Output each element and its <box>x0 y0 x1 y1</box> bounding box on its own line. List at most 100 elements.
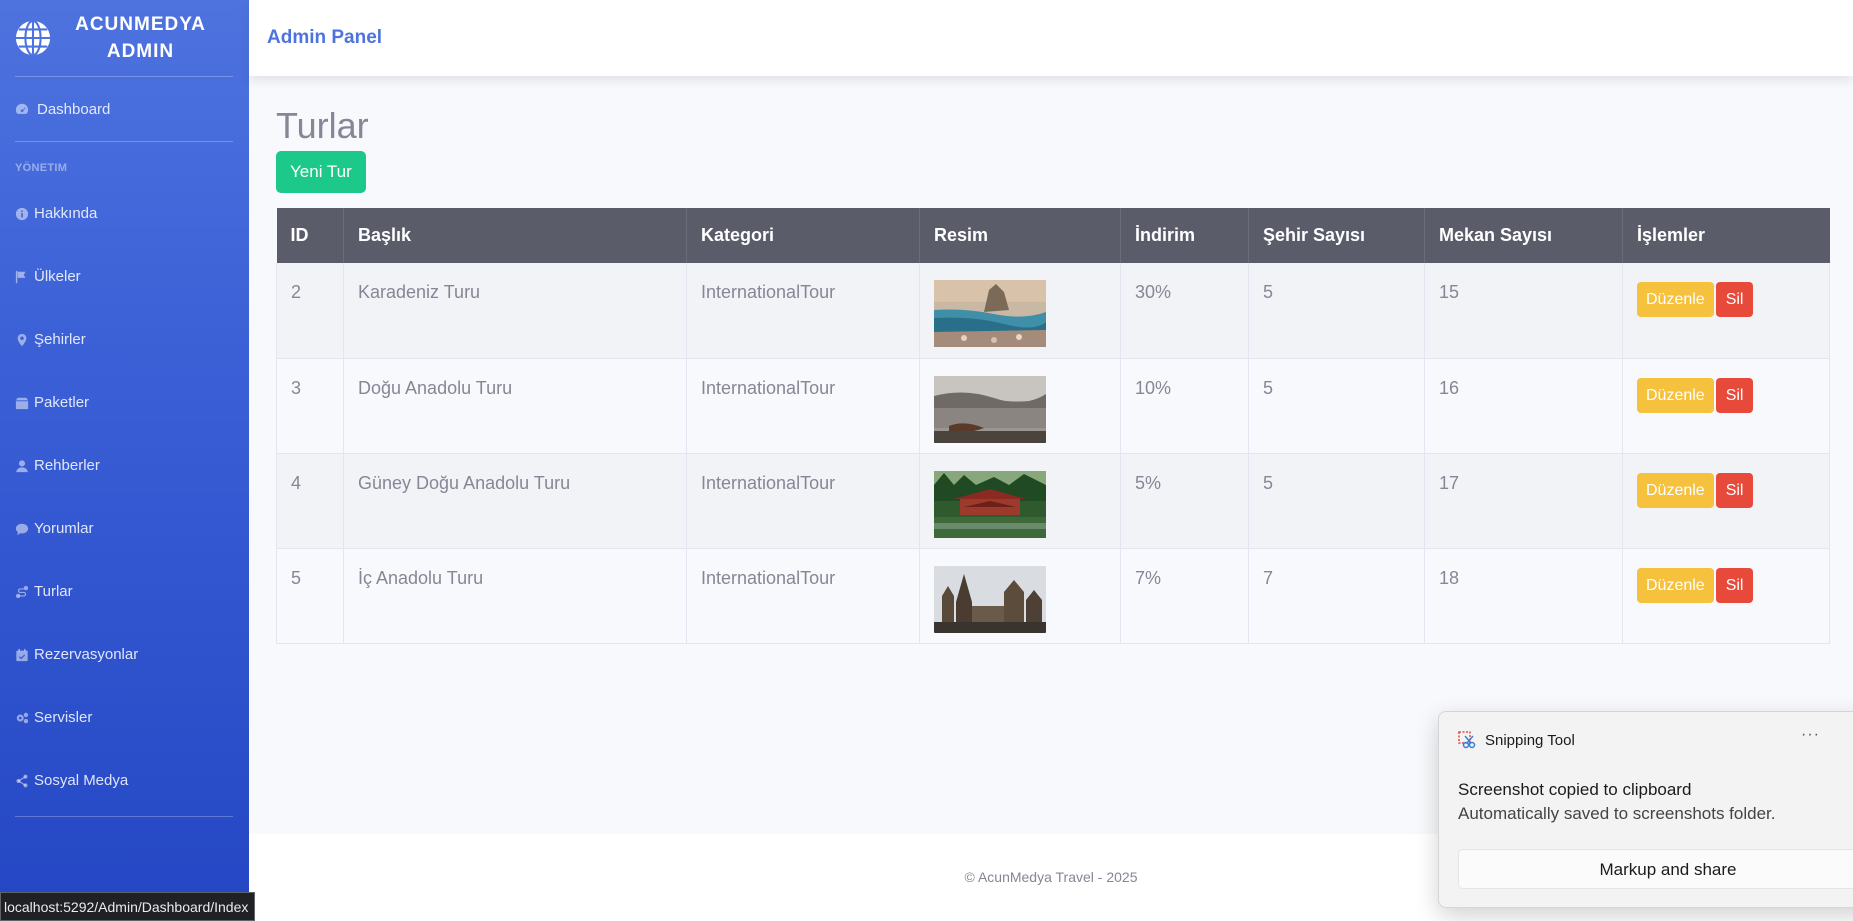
sidebar-item-label: Turlar <box>34 583 73 600</box>
cell-discount: 10% <box>1120 358 1249 453</box>
edit-button[interactable]: Düzenle <box>1637 377 1714 413</box>
tour-image-thumbnail[interactable] <box>934 280 1046 347</box>
sidebar-item-label: Şehirler <box>34 331 86 348</box>
cell-discount: 30% <box>1120 263 1249 358</box>
toast-app-name: Snipping Tool <box>1485 731 1575 749</box>
main-content: Turlar Yeni Tur ID Başlık Kategori Resim… <box>276 76 1830 644</box>
table-row: 5 İç Anadolu Turu InternationalTour 7% 7… <box>276 548 1830 643</box>
cell-category: InternationalTour <box>686 548 920 643</box>
page-title: Turlar <box>276 105 369 146</box>
column-header-category: Kategori <box>686 208 920 263</box>
cell-actions: Düzenle Sil <box>1622 548 1830 643</box>
table-header-row: ID Başlık Kategori Resim İndirim Şehir S… <box>276 208 1830 263</box>
snipping-tool-notification[interactable]: Snipping Tool ··· Screenshot copied to c… <box>1438 711 1853 908</box>
tour-image-thumbnail[interactable] <box>934 375 1046 443</box>
edit-button[interactable]: Düzenle <box>1637 567 1714 603</box>
brand-line-1: ACUNMEDYA <box>75 14 206 35</box>
toast-header: Snipping Tool <box>1439 712 1853 768</box>
sidebar-item-label: Rezervasyonlar <box>34 646 139 663</box>
snipping-tool-icon <box>1458 731 1476 749</box>
sidebar-item-turlar[interactable]: Turlar <box>0 560 249 623</box>
sidebar-item-dashboard[interactable]: Dashboard <box>0 77 249 141</box>
topbar-title[interactable]: Admin Panel <box>267 27 382 49</box>
cell-category: InternationalTour <box>686 453 920 548</box>
table-row: 2 Karadeniz Turu InternationalTour 30% 5… <box>276 263 1830 358</box>
cell-image <box>919 358 1121 453</box>
new-tour-button[interactable]: Yeni Tur <box>276 151 366 193</box>
column-header-image: Resim <box>919 208 1121 263</box>
sidebar-item-servisler[interactable]: Servisler <box>0 686 249 749</box>
sidebar-item-label: Hakkında <box>34 205 98 222</box>
cell-title: Karadeniz Turu <box>343 263 687 358</box>
cell-category: InternationalTour <box>686 263 920 358</box>
toast-message: Screenshot copied to clipboard <box>1458 780 1692 799</box>
cell-place-count: 16 <box>1424 358 1623 453</box>
tour-image-thumbnail[interactable] <box>934 470 1046 538</box>
sidebar-item-sosyal-medya[interactable]: Sosyal Medya <box>0 749 249 812</box>
browser-status-url: localhost:5292/Admin/Dashboard/Index <box>0 892 256 921</box>
sidebar-item-paketler[interactable]: Paketler <box>0 371 249 434</box>
column-header-actions: İşlemler <box>1637 225 1706 245</box>
footer-copyright: © AcunMedya Travel - 2025 <box>964 869 1138 885</box>
cell-title: Doğu Anadolu Turu <box>343 358 687 453</box>
sidebar-item-label: Paketler <box>34 394 90 411</box>
sidebar-brand[interactable]: ACUNMEDYA ADMIN <box>0 0 249 76</box>
cell-title: İç Anadolu Turu <box>343 548 687 643</box>
cell-discount: 5% <box>1120 453 1249 548</box>
more-options-icon[interactable]: ··· <box>1801 726 1820 744</box>
cell-image <box>919 453 1121 548</box>
cell-id: 3 <box>276 358 344 453</box>
map-marker-icon <box>17 333 27 346</box>
cell-city-count: 5 <box>1248 453 1425 548</box>
user-icon <box>16 459 28 472</box>
sidebar-item-label: Ülkeler <box>34 268 81 285</box>
cell-id: 5 <box>276 548 344 643</box>
sidebar-item-ulkeler[interactable]: Ülkeler <box>0 245 249 308</box>
sidebar-divider <box>15 816 233 817</box>
cell-image <box>919 263 1121 358</box>
delete-button[interactable]: Sil <box>1715 282 1754 317</box>
cogs-icon <box>16 712 29 723</box>
toast-sub-message: Automatically saved to screenshots folde… <box>1458 804 1776 823</box>
sidebar-item-yorumlar[interactable]: Yorumlar <box>0 497 249 560</box>
column-header-place-count: Mekan Sayısı <box>1424 208 1623 263</box>
calendar-check-icon <box>16 648 28 661</box>
tachometer-icon <box>15 103 29 114</box>
cell-discount: 7% <box>1120 548 1249 643</box>
cell-actions: Düzenle Sil <box>1622 358 1830 453</box>
brand-line-2: ADMIN <box>106 41 175 62</box>
cell-place-count: 18 <box>1424 548 1623 643</box>
table-row: 4 Güney Doğu Anadolu Turu InternationalT… <box>276 453 1830 548</box>
share-icon <box>16 774 28 787</box>
flag-icon <box>15 270 26 283</box>
sidebar-item-rehberler[interactable]: Rehberler <box>0 434 249 497</box>
cell-title: Güney Doğu Anadolu Turu <box>343 453 687 548</box>
sidebar-heading: YÖNETIM <box>15 162 68 174</box>
cell-image <box>919 548 1121 643</box>
cell-place-count: 15 <box>1424 263 1623 358</box>
column-header-title: Başlık <box>343 208 687 263</box>
brand-name: ACUNMEDYA ADMIN <box>52 11 249 65</box>
sidebar-item-sehirler[interactable]: Şehirler <box>0 308 249 371</box>
tours-table: ID Başlık Kategori Resim İndirim Şehir S… <box>276 208 1830 644</box>
sidebar-item-hakkinda[interactable]: Hakkında <box>0 182 249 245</box>
edit-button[interactable]: Düzenle <box>1637 472 1714 508</box>
globe-icon <box>15 19 51 57</box>
sidebar-item-label: Rehberler <box>34 457 100 474</box>
delete-button[interactable]: Sil <box>1715 377 1754 413</box>
tour-image-thumbnail[interactable] <box>934 565 1046 633</box>
route-icon <box>15 585 29 598</box>
markup-and-share-button[interactable]: Markup and share <box>1458 849 1853 889</box>
sidebar-item-rezervasyonlar[interactable]: Rezervasyonlar <box>0 623 249 686</box>
cell-id: 2 <box>276 263 344 358</box>
topbar: Admin Panel <box>249 0 1853 76</box>
cell-place-count: 17 <box>1424 453 1623 548</box>
delete-button[interactable]: Sil <box>1715 567 1754 603</box>
sidebar-item-label: Sosyal Medya <box>34 772 129 789</box>
sidebar-item-label: Servisler <box>34 709 93 726</box>
cell-city-count: 5 <box>1248 263 1425 358</box>
cell-actions: Düzenle Sil <box>1622 453 1830 548</box>
edit-button[interactable]: Düzenle <box>1637 282 1714 317</box>
info-icon <box>15 207 29 220</box>
delete-button[interactable]: Sil <box>1715 472 1754 508</box>
